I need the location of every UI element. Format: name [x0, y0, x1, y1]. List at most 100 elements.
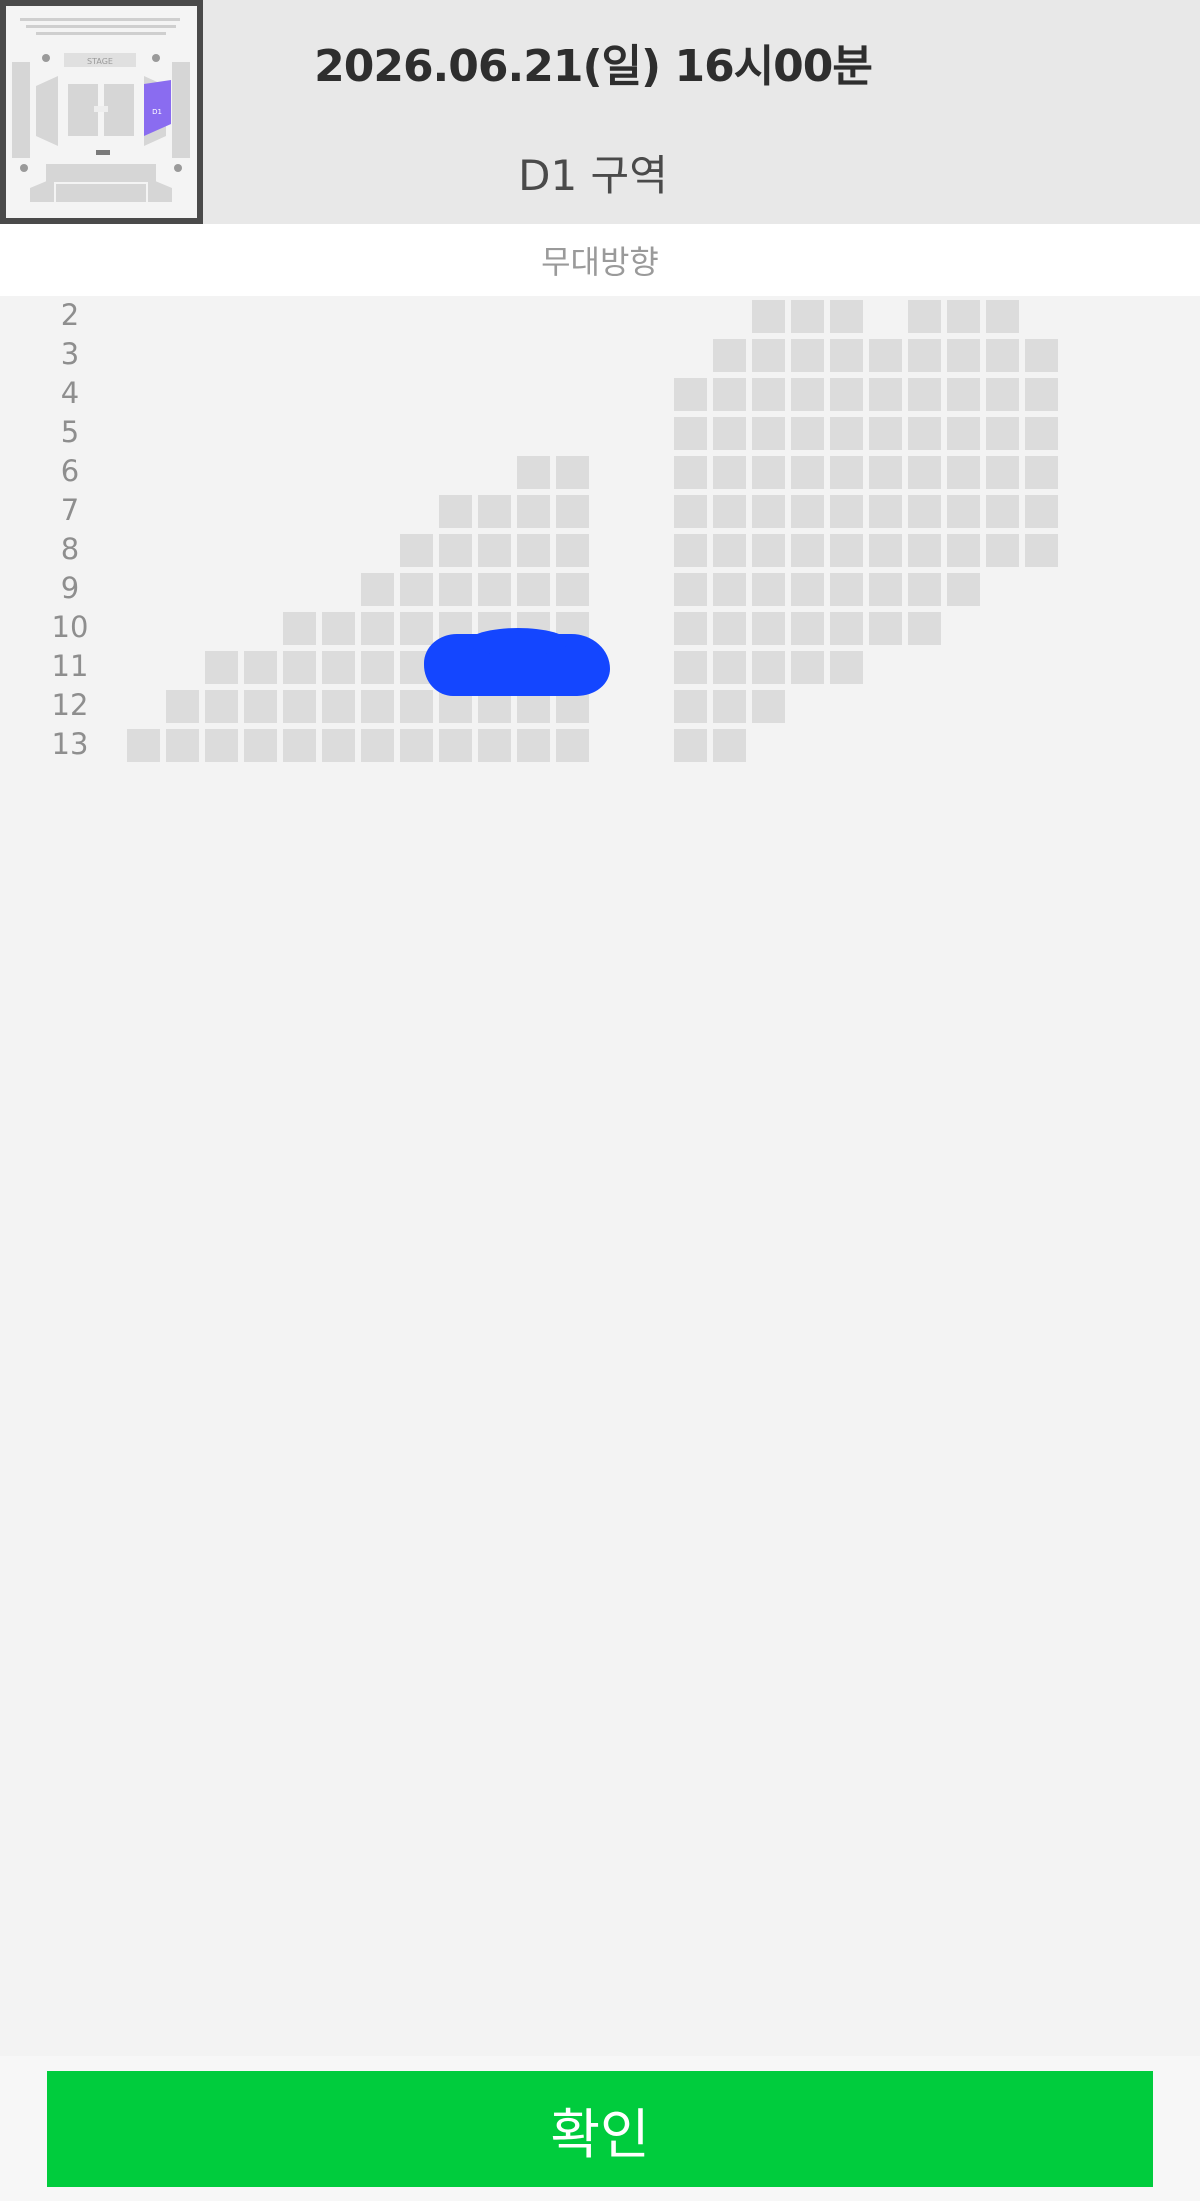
- seat[interactable]: [439, 729, 472, 762]
- seat[interactable]: [1025, 456, 1058, 489]
- seat[interactable]: [791, 417, 824, 450]
- seat[interactable]: [830, 378, 863, 411]
- seat[interactable]: [400, 729, 433, 762]
- seat[interactable]: [361, 690, 394, 723]
- seat[interactable]: [283, 729, 316, 762]
- seat[interactable]: [830, 456, 863, 489]
- confirm-button[interactable]: 확인: [47, 2071, 1153, 2187]
- seat[interactable]: [1025, 495, 1058, 528]
- seat[interactable]: [439, 534, 472, 567]
- seat[interactable]: [713, 573, 746, 606]
- seat[interactable]: [674, 573, 707, 606]
- seat[interactable]: [361, 573, 394, 606]
- seat[interactable]: [244, 729, 277, 762]
- seat[interactable]: [791, 612, 824, 645]
- seat[interactable]: [400, 612, 433, 645]
- seat[interactable]: [439, 573, 472, 606]
- seat[interactable]: [947, 378, 980, 411]
- seat[interactable]: [322, 612, 355, 645]
- seat[interactable]: [674, 495, 707, 528]
- seat[interactable]: [752, 534, 785, 567]
- seat[interactable]: [322, 651, 355, 684]
- seat[interactable]: [674, 417, 707, 450]
- seat[interactable]: [361, 612, 394, 645]
- seat[interactable]: [205, 729, 238, 762]
- seat[interactable]: [869, 495, 902, 528]
- seat[interactable]: [908, 339, 941, 372]
- seat[interactable]: [947, 495, 980, 528]
- seat[interactable]: [517, 573, 550, 606]
- seat[interactable]: [830, 495, 863, 528]
- seat[interactable]: [713, 651, 746, 684]
- seat[interactable]: [869, 612, 902, 645]
- seat[interactable]: [517, 456, 550, 489]
- seat[interactable]: [674, 690, 707, 723]
- seat[interactable]: [752, 339, 785, 372]
- seat[interactable]: [908, 534, 941, 567]
- seat[interactable]: [752, 300, 785, 333]
- seat[interactable]: [713, 612, 746, 645]
- seat[interactable]: [791, 534, 824, 567]
- seat[interactable]: [517, 729, 550, 762]
- seat[interactable]: [361, 651, 394, 684]
- seat[interactable]: [752, 417, 785, 450]
- seat[interactable]: [713, 729, 746, 762]
- seat[interactable]: [166, 690, 199, 723]
- seat[interactable]: [869, 456, 902, 489]
- seat[interactable]: [791, 573, 824, 606]
- seat[interactable]: [517, 495, 550, 528]
- seat[interactable]: [478, 729, 511, 762]
- seat[interactable]: [947, 339, 980, 372]
- seat[interactable]: [1025, 534, 1058, 567]
- seat[interactable]: [830, 573, 863, 606]
- seat[interactable]: [830, 300, 863, 333]
- seat[interactable]: [908, 573, 941, 606]
- seat[interactable]: [283, 690, 316, 723]
- seat[interactable]: [556, 456, 589, 489]
- seat[interactable]: [322, 729, 355, 762]
- seat[interactable]: [166, 729, 199, 762]
- seat[interactable]: [205, 651, 238, 684]
- seat[interactable]: [244, 690, 277, 723]
- seat[interactable]: [947, 456, 980, 489]
- seat[interactable]: [713, 495, 746, 528]
- seat[interactable]: [517, 534, 550, 567]
- seat[interactable]: [361, 729, 394, 762]
- seat[interactable]: [869, 573, 902, 606]
- seat[interactable]: [986, 495, 1019, 528]
- seat[interactable]: [556, 729, 589, 762]
- seat[interactable]: [947, 573, 980, 606]
- seat[interactable]: [791, 378, 824, 411]
- seat[interactable]: [830, 651, 863, 684]
- seat[interactable]: [908, 456, 941, 489]
- seat[interactable]: [478, 534, 511, 567]
- seat[interactable]: [908, 495, 941, 528]
- seat[interactable]: [908, 417, 941, 450]
- seat[interactable]: [439, 495, 472, 528]
- seat[interactable]: [713, 534, 746, 567]
- seat[interactable]: [869, 534, 902, 567]
- seat[interactable]: [713, 339, 746, 372]
- seat[interactable]: [869, 339, 902, 372]
- seat[interactable]: [752, 690, 785, 723]
- seat[interactable]: [205, 690, 238, 723]
- seat[interactable]: [986, 300, 1019, 333]
- seat[interactable]: [986, 339, 1019, 372]
- seat[interactable]: [791, 495, 824, 528]
- seat[interactable]: [752, 378, 785, 411]
- seat[interactable]: [556, 534, 589, 567]
- seat[interactable]: [674, 651, 707, 684]
- seat[interactable]: [752, 651, 785, 684]
- seat[interactable]: [322, 690, 355, 723]
- seat[interactable]: [947, 534, 980, 567]
- seat[interactable]: [674, 378, 707, 411]
- seat[interactable]: [1025, 378, 1058, 411]
- seat[interactable]: [400, 690, 433, 723]
- seat[interactable]: [869, 417, 902, 450]
- seat[interactable]: [791, 456, 824, 489]
- seat[interactable]: [752, 495, 785, 528]
- seat[interactable]: [674, 534, 707, 567]
- seat[interactable]: [908, 612, 941, 645]
- seat[interactable]: [674, 456, 707, 489]
- seat[interactable]: [127, 729, 160, 762]
